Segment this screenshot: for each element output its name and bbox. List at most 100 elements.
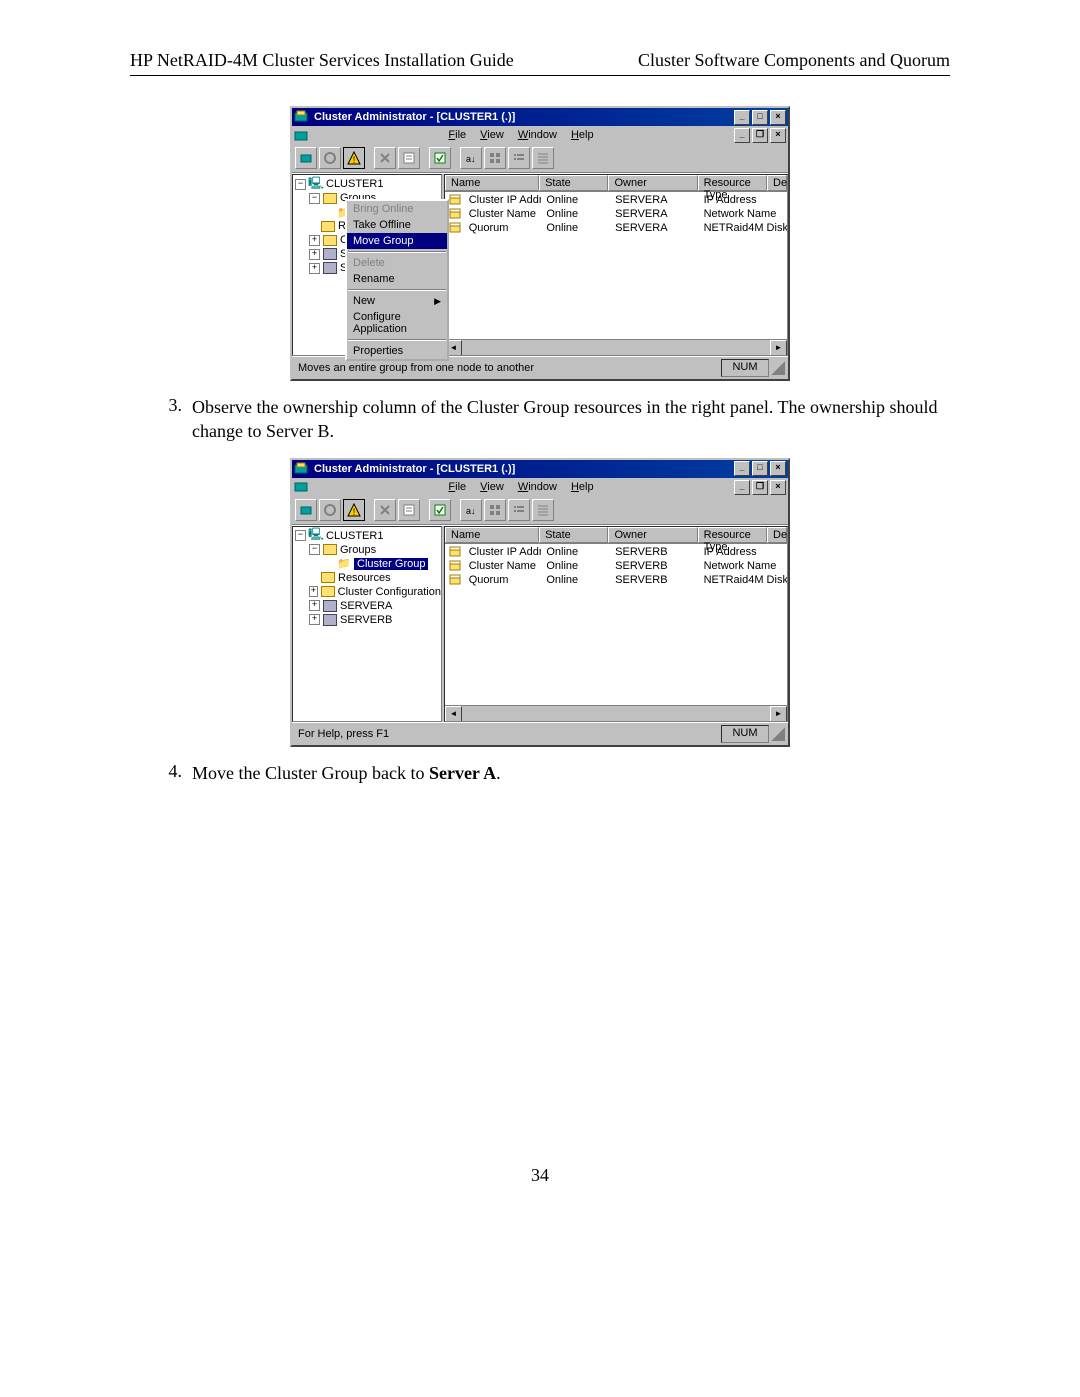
ctx-properties[interactable]: Properties — [347, 343, 447, 359]
list-header[interactable]: Name State Owner Resource Type Des — [445, 175, 787, 192]
list-row[interactable]: QuorumOnlineSERVERBNETRaid4M Disk... — [445, 573, 787, 587]
toolbar-properties-icon[interactable] — [398, 499, 420, 521]
toolbar-btn-2[interactable] — [319, 499, 341, 521]
col-state[interactable]: State — [539, 175, 608, 191]
maximize-button[interactable]: □ — [752, 110, 768, 125]
toolbar-btn-3[interactable]: ! — [343, 147, 365, 169]
resize-grip-icon[interactable] — [771, 361, 785, 375]
toolbar-details-icons[interactable] — [532, 499, 554, 521]
child-restore-button[interactable]: ❐ — [752, 480, 768, 495]
toolbar-delete-icon[interactable] — [374, 147, 396, 169]
list-row[interactable]: Cluster NameOnlineSERVERBNetwork Name — [445, 559, 787, 573]
cluster-icon: 🖳 — [309, 178, 323, 190]
list-row[interactable]: Cluster NameOnlineSERVERANetwork Name — [445, 207, 787, 221]
svg-text:!: ! — [353, 155, 356, 165]
ctx-bring-online: Bring Online — [347, 201, 447, 217]
menu-help[interactable]: Help — [565, 128, 600, 142]
toolbar-btn-1[interactable] — [295, 499, 317, 521]
scroll-left-button[interactable]: ◄ — [445, 706, 462, 722]
cell-state: Online — [541, 194, 610, 206]
col-owner[interactable]: Owner — [608, 527, 697, 543]
scroll-right-button[interactable]: ► — [770, 706, 787, 722]
close-button[interactable]: × — [770, 110, 786, 125]
menu-window[interactable]: Window — [512, 480, 563, 494]
horizontal-scrollbar[interactable]: ◄ ► — [445, 339, 787, 355]
child-minimize-button[interactable]: _ — [734, 128, 750, 143]
col-resource-type[interactable]: Resource Type — [698, 175, 767, 191]
menubar: File View Window Help — [438, 127, 603, 144]
tree-groups[interactable]: Groups — [340, 544, 376, 556]
tree-servera[interactable]: SERVERA — [340, 600, 392, 612]
toolbar-details-icons[interactable] — [532, 147, 554, 169]
list-row[interactable]: Cluster IP AddressOnlineSERVERAIP Addres… — [445, 193, 787, 207]
list-pane[interactable]: Name State Owner Resource Type Des Clust… — [444, 526, 788, 722]
child-close-button[interactable]: × — [770, 128, 786, 143]
toolbar-properties-icon[interactable] — [398, 147, 420, 169]
toolbar-btn-1[interactable] — [295, 147, 317, 169]
toolbar-large-icons[interactable] — [484, 499, 506, 521]
close-button[interactable]: × — [770, 461, 786, 476]
list-header[interactable]: Name State Owner Resource Type Des — [445, 527, 787, 544]
ctx-move-group[interactable]: Move Group — [347, 233, 447, 249]
menu-help[interactable]: Help — [565, 480, 600, 494]
menu-file[interactable]: File — [442, 480, 472, 494]
menu-window[interactable]: Window — [512, 128, 563, 142]
toolbar-delete-icon[interactable] — [374, 499, 396, 521]
toolbar: ! a↓ — [292, 497, 788, 525]
child-minimize-button[interactable]: _ — [734, 480, 750, 495]
cell-resource-type: IP Address — [699, 546, 787, 558]
toolbar-btn-7[interactable]: a↓ — [460, 499, 482, 521]
tree-root[interactable]: CLUSTER1 — [326, 530, 383, 542]
col-name[interactable]: Name — [445, 175, 539, 191]
tree-pane[interactable]: −🖳CLUSTER1 −Groups 📁Cluster Group Resour… — [292, 526, 442, 722]
ctx-rename[interactable]: Rename — [347, 271, 447, 287]
toolbar-btn-7[interactable]: a↓ — [460, 147, 482, 169]
toolbar-list-icons[interactable] — [508, 147, 530, 169]
cell-owner: SERVERB — [610, 574, 698, 586]
child-close-button[interactable]: × — [770, 480, 786, 495]
toolbar-list-icons[interactable] — [508, 499, 530, 521]
list-row[interactable]: QuorumOnlineSERVERANETRaid4M Disk... — [445, 221, 787, 235]
titlebar[interactable]: Cluster Administrator - [CLUSTER1 (.)] _… — [292, 460, 788, 478]
cell-name: Cluster IP Address — [464, 546, 542, 558]
col-name[interactable]: Name — [445, 527, 539, 543]
status-bar: For Help, press F1 NUM — [292, 722, 788, 745]
toolbar-btn-2[interactable] — [319, 147, 341, 169]
col-owner[interactable]: Owner — [608, 175, 697, 191]
horizontal-scrollbar[interactable]: ◄ ► — [445, 705, 787, 721]
cell-owner: SERVERA — [610, 222, 698, 234]
col-description[interactable]: Des — [767, 175, 787, 191]
tree-cluster-configuration[interactable]: Cluster Configuration — [338, 586, 441, 598]
ctx-delete: Delete — [347, 255, 447, 271]
status-num: NUM — [721, 725, 769, 743]
scroll-right-button[interactable]: ► — [770, 340, 787, 356]
ctx-configure-application[interactable]: Configure Application — [347, 309, 447, 337]
tree-root[interactable]: CLUSTER1 — [326, 178, 383, 190]
list-row[interactable]: Cluster IP AddressOnlineSERVERBIP Addres… — [445, 545, 787, 559]
toolbar-large-icons[interactable] — [484, 147, 506, 169]
toolbar-btn-3[interactable]: ! — [343, 499, 365, 521]
server-icon — [323, 262, 337, 274]
maximize-button[interactable]: □ — [752, 461, 768, 476]
col-description[interactable]: Des — [767, 527, 787, 543]
menu-view[interactable]: View — [474, 128, 510, 142]
ctx-new[interactable]: New▶ — [347, 293, 447, 309]
col-state[interactable]: State — [539, 527, 608, 543]
list-pane[interactable]: Name State Owner Resource Type Des Clust… — [444, 174, 788, 356]
titlebar[interactable]: Cluster Administrator - [CLUSTER1 (.)] _… — [292, 108, 788, 126]
tree-serverb[interactable]: SERVERB — [340, 614, 392, 626]
child-restore-button[interactable]: ❐ — [752, 128, 768, 143]
ctx-take-offline[interactable]: Take Offline — [347, 217, 447, 233]
tree-pane[interactable]: −🖳CLUSTER1 −Groups 📁Cluster Group Re +Cl… — [292, 174, 442, 356]
resize-grip-icon[interactable] — [771, 727, 785, 741]
minimize-button[interactable]: _ — [734, 461, 750, 476]
tree-resources[interactable]: Resources — [338, 572, 391, 584]
toolbar-btn-6[interactable] — [429, 499, 451, 521]
minimize-button[interactable]: _ — [734, 110, 750, 125]
tree-cluster-group-selected[interactable]: Cluster Group — [354, 558, 428, 570]
menu-file[interactable]: File — [442, 128, 472, 142]
col-resource-type[interactable]: Resource Type — [698, 527, 767, 543]
cluster-icon: 🖳 — [309, 530, 323, 542]
menu-view[interactable]: View — [474, 480, 510, 494]
toolbar-btn-6[interactable] — [429, 147, 451, 169]
